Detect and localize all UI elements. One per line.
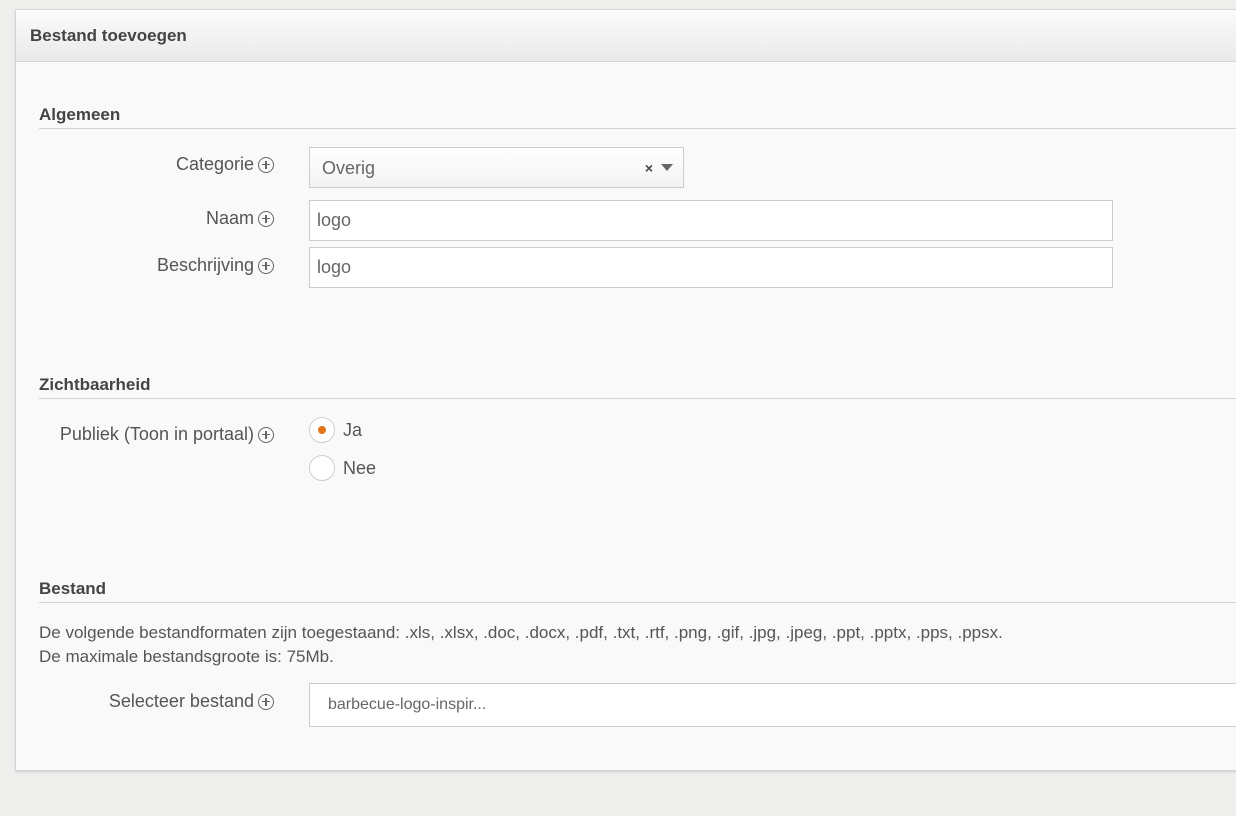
radio-yes-label: Ja (343, 419, 363, 440)
section-title-visibility: Zichtbaarheid (39, 375, 1236, 399)
radio-yes[interactable] (309, 417, 335, 443)
name-label-text: Naam (205, 208, 254, 228)
public-label-text: Publiek (Toon in portaal) (59, 424, 254, 444)
category-label-text: Categorie (175, 154, 254, 174)
category-select-value: Overig (322, 158, 376, 178)
description-label: Beschrijving (157, 255, 274, 276)
plus-circle-icon[interactable] (258, 426, 274, 443)
name-input[interactable]: logo (309, 200, 1113, 241)
public-label: Publiek (Toon in portaal) (60, 424, 274, 445)
section-title-file: Bestand (39, 579, 1236, 603)
section-title-general: Algemeen (39, 105, 1236, 129)
clear-icon[interactable]: × (645, 148, 653, 189)
allowed-formats-text: De volgende bestandformaten zijn toegest… (39, 623, 1003, 642)
description-label-text: Beschrijving (156, 255, 254, 275)
chevron-down-icon[interactable] (661, 164, 673, 171)
file-input[interactable]: barbecue-logo-inspir... (309, 683, 1236, 727)
max-size-text: De maximale bestandsgroote is: 75Mb. (39, 647, 334, 666)
public-option-no[interactable]: Nee (309, 455, 376, 481)
plus-circle-icon[interactable] (258, 156, 274, 173)
add-file-panel: Bestand toevoegen Algemeen Categorie Ove… (15, 9, 1236, 771)
select-file-label-text: Selecteer bestand (108, 691, 254, 711)
category-select[interactable]: Overig × (309, 147, 684, 188)
description-input[interactable]: logo (309, 247, 1113, 288)
plus-circle-icon[interactable] (258, 210, 274, 227)
select-file-label: Selecteer bestand (109, 691, 274, 712)
public-option-yes[interactable]: Ja (309, 417, 362, 443)
category-label: Categorie (176, 154, 274, 175)
radio-no-label: Nee (343, 457, 377, 478)
panel-title: Bestand toevoegen (30, 26, 187, 45)
name-label: Naam (206, 208, 274, 229)
plus-circle-icon[interactable] (258, 257, 274, 274)
plus-circle-icon[interactable] (258, 693, 274, 710)
panel-header: Bestand toevoegen (16, 10, 1236, 62)
radio-no[interactable] (309, 455, 335, 481)
